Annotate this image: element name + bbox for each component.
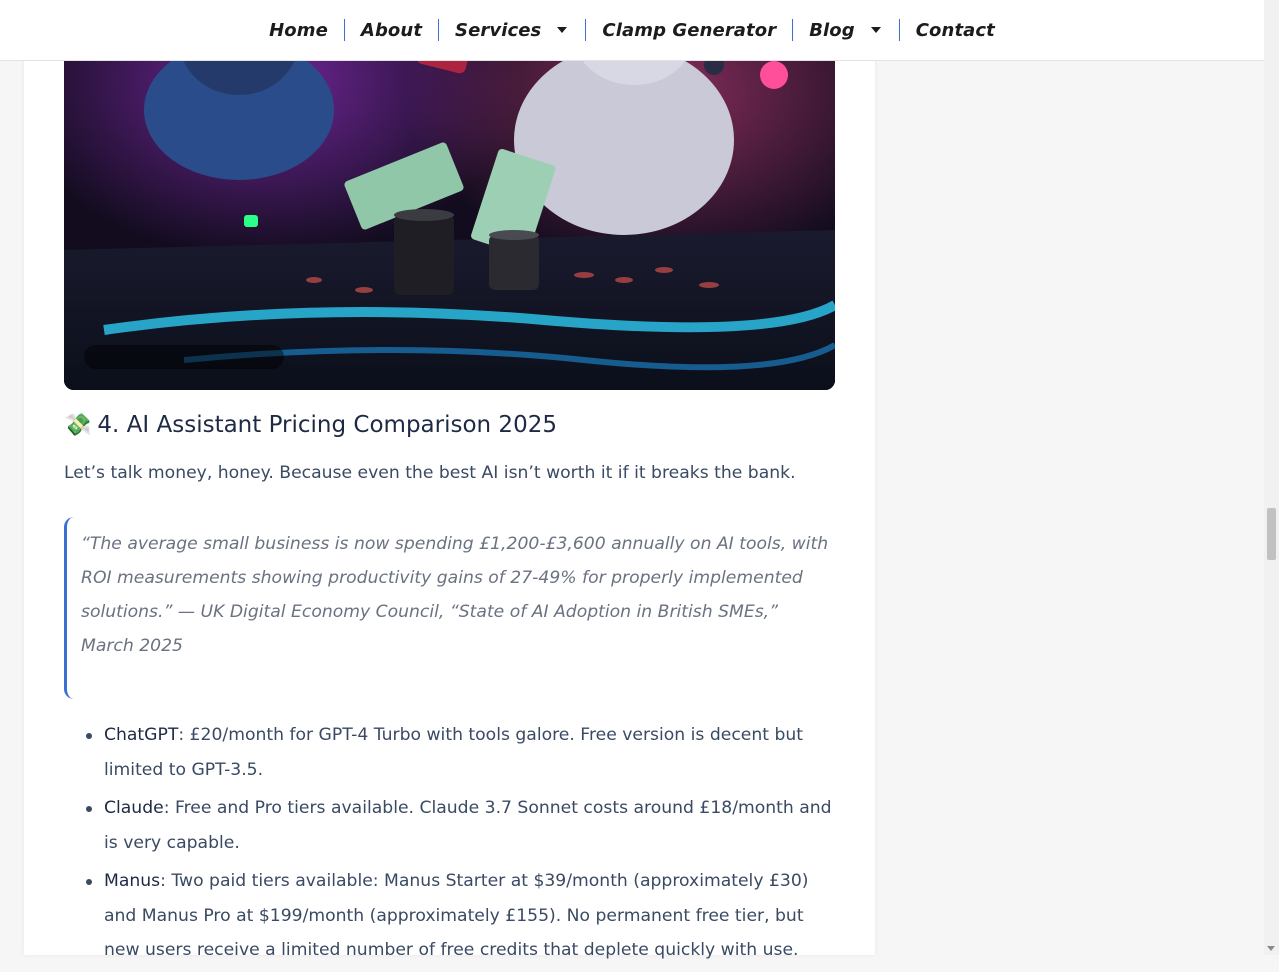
nav-clamp-generator[interactable]: Clamp Generator xyxy=(585,19,792,41)
nav-home-label: Home xyxy=(269,19,328,41)
nav-contact-label: Contact xyxy=(915,19,995,41)
nav-blog-label: Blog xyxy=(809,19,855,41)
scrollbar-thumb[interactable] xyxy=(1267,508,1276,560)
nav-home[interactable]: Home xyxy=(253,19,344,41)
page-scrollbar[interactable] xyxy=(1264,0,1279,955)
list-item: ChatGPT: £20/month for GPT-4 Turbo with … xyxy=(64,718,835,787)
list-item: Claude: Free and Pro tiers available. Cl… xyxy=(64,791,835,860)
nav-about-label: About xyxy=(360,19,423,41)
section-heading: 💸 4. AI Assistant Pricing Comparison 2025 xyxy=(64,408,835,443)
list-item: Manus: Two paid tiers available: Manus S… xyxy=(64,864,835,968)
list-item-text: : Two paid tiers available: Manus Starte… xyxy=(104,871,809,960)
nav-blog[interactable]: Blog xyxy=(792,19,899,41)
nav-clamp-generator-label: Clamp Generator xyxy=(602,19,777,41)
pricing-list: ChatGPT: £20/month for GPT-4 Turbo with … xyxy=(64,718,835,972)
article-card: 💸 4. AI Assistant Pricing Comparison 2025… xyxy=(24,0,875,960)
nav-contact[interactable]: Contact xyxy=(898,19,1011,41)
scroll-down-arrow-icon[interactable] xyxy=(1267,946,1275,951)
list-item-term: Claude xyxy=(104,798,164,818)
list-item-text: : Free and Pro tiers available. Claude 3… xyxy=(104,798,832,853)
money-wings-icon: 💸 xyxy=(64,413,92,438)
section-heading-text: 4. AI Assistant Pricing Comparison 2025 xyxy=(97,412,557,438)
top-navigation: Home About Services Clamp Generator Blog… xyxy=(0,0,1264,61)
blockquote: “The average small business is now spend… xyxy=(64,517,835,699)
list-item-term: ChatGPT xyxy=(104,725,179,745)
chevron-down-icon[interactable] xyxy=(557,27,568,33)
nav-services-label: Services xyxy=(455,19,542,41)
list-item-text: : £20/month for GPT-4 Turbo with tools g… xyxy=(104,725,803,780)
chevron-down-icon[interactable] xyxy=(870,27,881,33)
quote-text: “The average small business is now spend… xyxy=(81,534,829,656)
nav-services[interactable]: Services xyxy=(438,19,585,41)
list-item-term: Manus xyxy=(104,871,161,891)
nav-about[interactable]: About xyxy=(343,19,438,41)
intro-paragraph: Let’s talk money, honey. Because even th… xyxy=(64,463,796,483)
